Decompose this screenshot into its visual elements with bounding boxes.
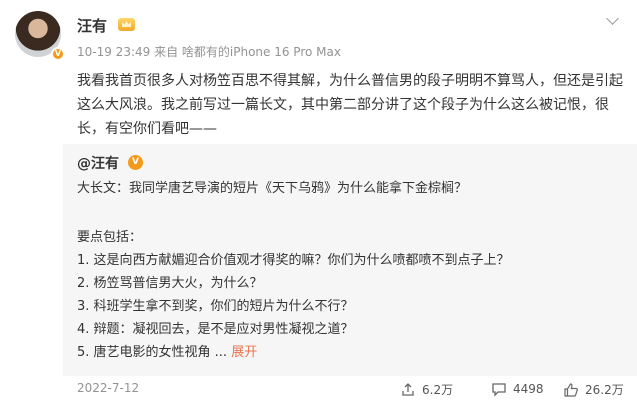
quoted-line: 1. 这是向西方献媚迎合价值观才得奖的嘛？你们为什么喷都喷不到点子上？ bbox=[77, 253, 510, 268]
author-name[interactable]: 汪有 bbox=[77, 15, 107, 36]
quoted-line: 要点包括： bbox=[77, 230, 143, 245]
like-button[interactable]: 26.2万 bbox=[563, 381, 624, 398]
verified-badge-icon: V bbox=[51, 47, 65, 61]
quoted-line: 2. 杨笠骂普信男大火，为什么？ bbox=[77, 276, 263, 291]
post-meta: 10-19 23:49 来自 啥都有的iPhone 16 Pro Max bbox=[77, 45, 341, 59]
quoted-line: 3. 科班学生拿不到奖，你们的短片为什么不行？ bbox=[77, 299, 354, 314]
quoted-author[interactable]: @汪有 bbox=[77, 153, 119, 173]
comment-count: 4498 bbox=[513, 382, 544, 396]
repost-button[interactable]: 6.2万 bbox=[400, 381, 453, 398]
like-count: 26.2万 bbox=[585, 383, 624, 397]
quoted-line: 5. 唐艺电影的女性视角 ... bbox=[77, 345, 228, 360]
comment-icon bbox=[492, 383, 506, 397]
repost-icon bbox=[402, 382, 414, 396]
repost-count: 6.2万 bbox=[422, 383, 454, 397]
chevron-down-icon[interactable] bbox=[606, 12, 619, 25]
quoted-line: 大长文：我同学唐艺导演的短片《天下乌鸦》为什么能拿下金棕榈？ bbox=[77, 181, 468, 196]
post-text: 我看我首页很多人对杨笠百思不得其解，为什么普信男的段子明明不算骂人，但还是引起这… bbox=[77, 73, 623, 137]
quoted-date: 2022-7-12 bbox=[77, 381, 140, 395]
comment-button[interactable]: 4498 bbox=[491, 381, 544, 397]
quoted-line-last: 5. 唐艺电影的女性视角 ... 展开 bbox=[77, 343, 257, 363]
thumbs-up-icon bbox=[564, 382, 578, 397]
quoted-line: 4. 辩题：凝视回去，是不是应对男性凝视之道？ bbox=[77, 322, 354, 337]
vip-crown-icon[interactable] bbox=[118, 18, 135, 31]
verified-badge-icon: V bbox=[128, 155, 143, 170]
expand-link[interactable]: 展开 bbox=[231, 345, 257, 360]
